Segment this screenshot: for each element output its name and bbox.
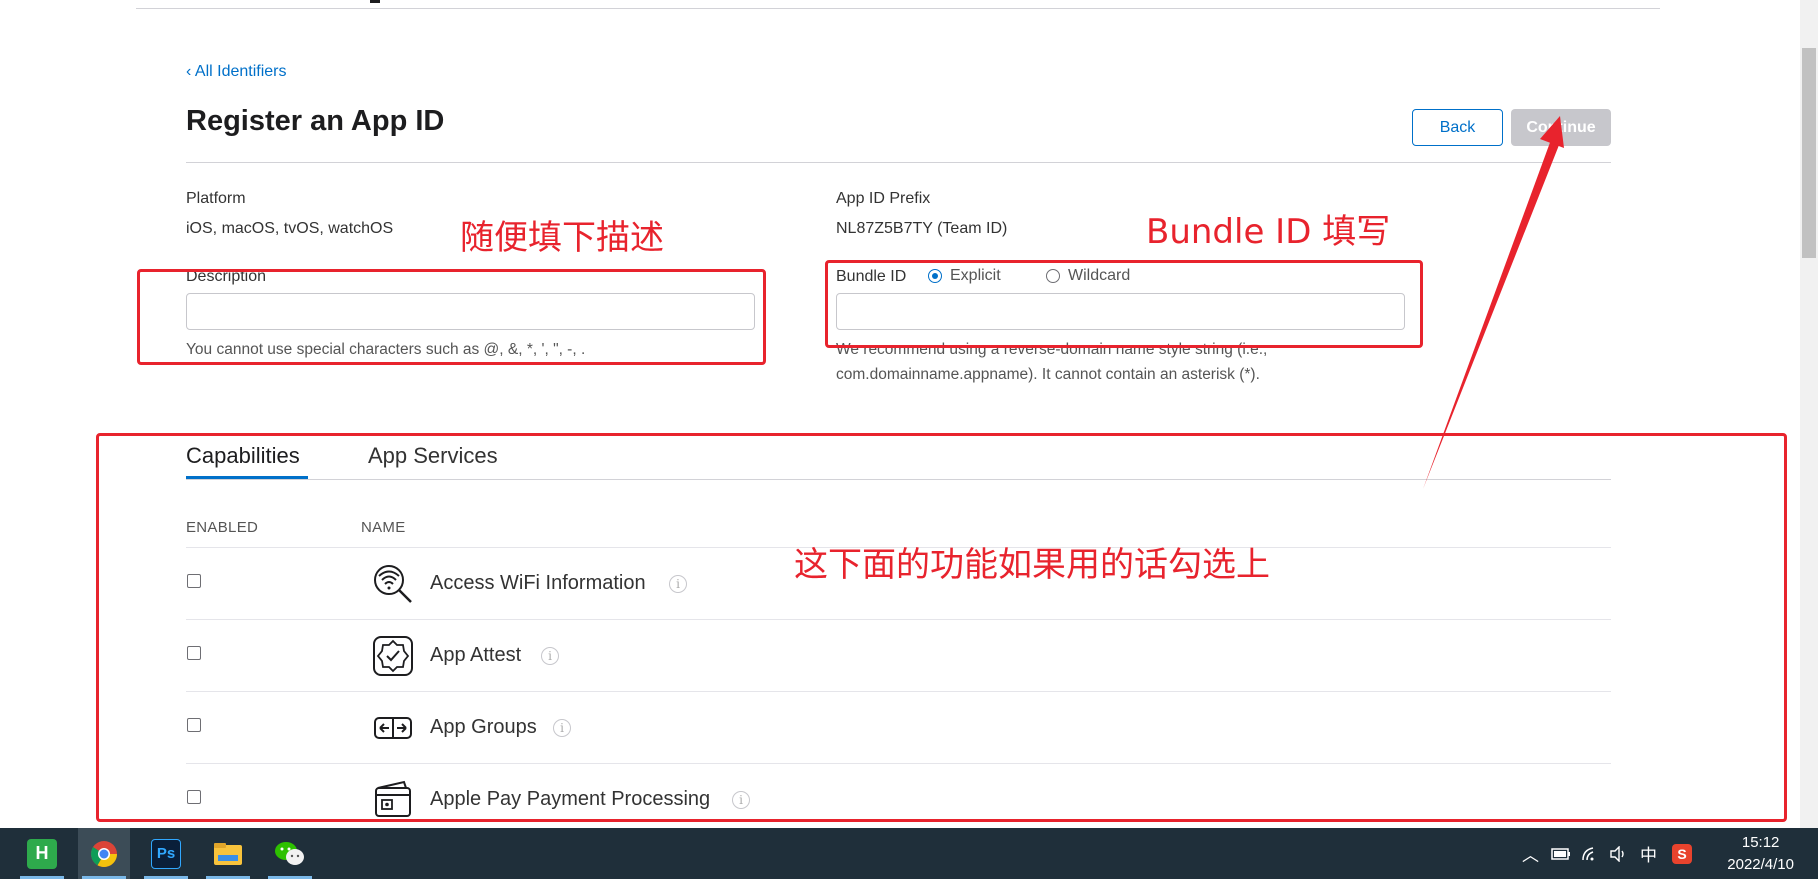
taskbar-app-photoshop[interactable]: Ps bbox=[140, 828, 192, 879]
title-divider bbox=[186, 162, 1611, 163]
photoshop-icon: Ps bbox=[151, 838, 181, 869]
battery-glyph bbox=[1551, 847, 1570, 860]
page-title: Register an App ID bbox=[186, 105, 445, 137]
wifi-glyph bbox=[1582, 846, 1594, 860]
annotation-box-description bbox=[137, 269, 766, 365]
file-explorer-icon bbox=[214, 842, 242, 865]
tray-show-hidden-icon[interactable]: ︿ bbox=[1522, 828, 1539, 879]
scrollbar-thumb[interactable] bbox=[1802, 48, 1816, 258]
annotation-text-capabilities: 这下面的功能如果用的话勾选上 bbox=[794, 545, 1270, 585]
platform-value: iOS, macOS, tvOS, watchOS bbox=[186, 220, 394, 237]
speaker-glyph bbox=[1610, 845, 1624, 862]
annotation-text-description: 随便填下描述 bbox=[460, 218, 664, 258]
sogou-input-icon[interactable]: S bbox=[1672, 828, 1692, 879]
taskbar-app-chrome[interactable] bbox=[78, 828, 130, 879]
volume-icon[interactable] bbox=[1609, 828, 1629, 879]
annotation-box-bundle-id bbox=[825, 260, 1423, 348]
back-button[interactable]: Back bbox=[1412, 109, 1503, 146]
taskbar-clock[interactable]: 15:12 2022/4/10 bbox=[1727, 832, 1794, 876]
annotation-text-bundle-id: Bundle ID 填写 bbox=[1146, 212, 1391, 252]
breadcrumb-all-identifiers[interactable]: ‹ All Identifiers bbox=[186, 63, 286, 81]
platform-label: Platform bbox=[186, 190, 246, 207]
chrome-icon bbox=[90, 840, 118, 867]
clock-time: 15:12 bbox=[1741, 834, 1780, 851]
network-icon[interactable] bbox=[1581, 828, 1601, 879]
header-divider bbox=[136, 8, 1660, 9]
wechat-icon bbox=[275, 841, 304, 865]
battery-icon[interactable] bbox=[1551, 828, 1571, 879]
bundle-hint-line-2: com.domainname.appname). It cannot conta… bbox=[836, 366, 1260, 383]
app-id-prefix-label: App ID Prefix bbox=[836, 190, 931, 207]
hbuilder-icon: H bbox=[27, 838, 57, 869]
taskbar-app-wechat[interactable] bbox=[264, 828, 316, 879]
page-scrollbar[interactable] bbox=[1800, 0, 1818, 828]
app-id-prefix-value: NL87Z5B7TY (Team ID) bbox=[836, 220, 1008, 237]
continue-button[interactable]: Continue bbox=[1511, 109, 1611, 146]
taskbar-app-hbuilder[interactable]: H bbox=[16, 828, 68, 879]
sogou-icon: S bbox=[1672, 843, 1692, 864]
taskbar-app-file-explorer[interactable] bbox=[202, 828, 254, 879]
ime-indicator[interactable]: 中 bbox=[1640, 828, 1657, 879]
windows-taskbar: H Ps ︿ 中 S 15:12 2022/4/10 bbox=[0, 828, 1818, 879]
clock-date: 2022/4/10 bbox=[1727, 856, 1794, 873]
header-fragment bbox=[370, 0, 380, 3]
annotation-box-capabilities bbox=[96, 433, 1787, 822]
